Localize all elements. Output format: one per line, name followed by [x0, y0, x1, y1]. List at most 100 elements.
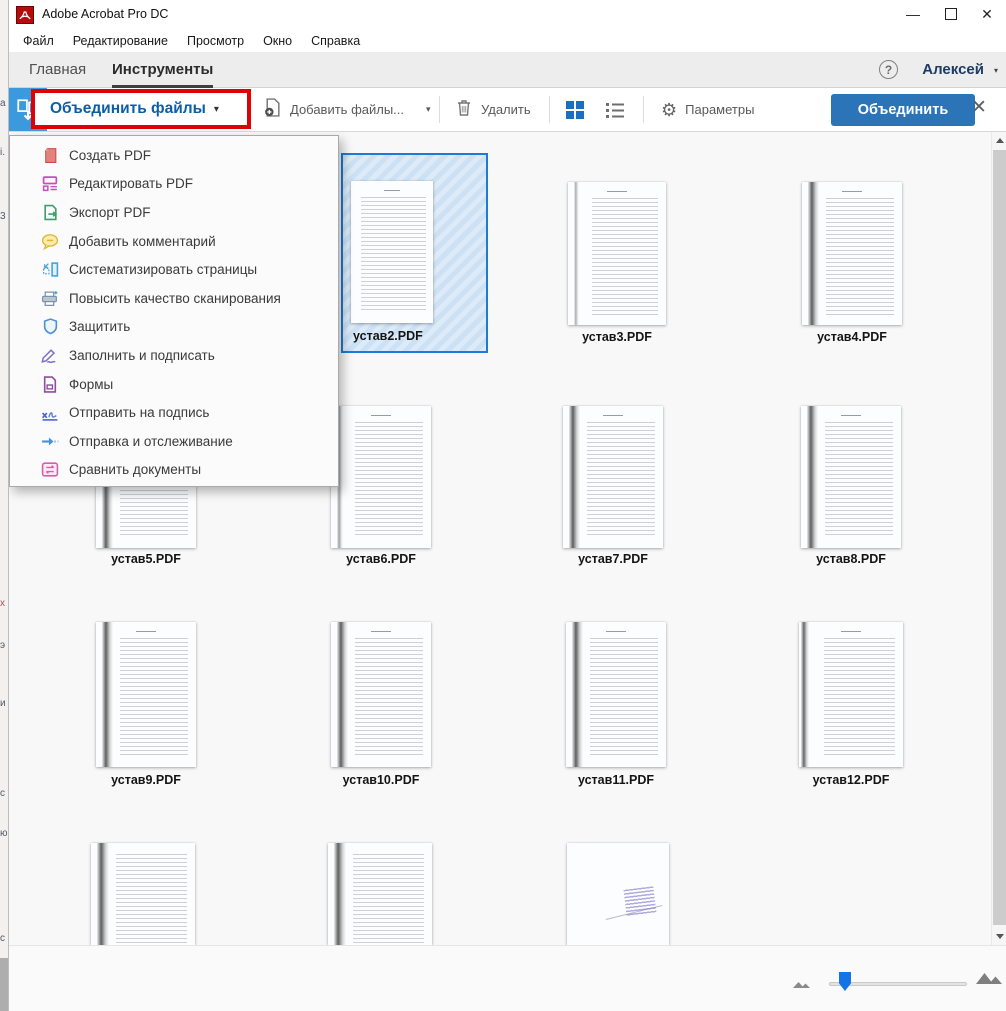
- menu-item-send-for-signature[interactable]: Отправить на подпись: [10, 398, 338, 427]
- window-title: Adobe Acrobat Pro DC: [42, 7, 169, 21]
- large-thumbnails-icon[interactable]: [975, 970, 1003, 990]
- annotation-red-box: Объединить файлы ▾: [31, 89, 251, 129]
- file-tile[interactable]: [799, 622, 903, 767]
- file-thumbnail: [331, 622, 431, 767]
- menu-item-export-pdf[interactable]: Экспорт PDF: [10, 198, 338, 227]
- combine-files-dropdown[interactable]: Объединить файлы: [35, 100, 206, 118]
- menu-item-forms[interactable]: Формы: [10, 370, 338, 399]
- screen: а і. 3 х э и с ю с Adobe Acrobat Pro DC …: [0, 0, 1006, 1011]
- file-tile[interactable]: [568, 182, 666, 325]
- file-thumbnail: [331, 406, 431, 548]
- toolbar-separator: [643, 96, 644, 123]
- menu-item-compare-docs[interactable]: Сравнить документы: [10, 456, 338, 485]
- sliver-text-fragment: ю: [0, 828, 8, 839]
- file-tile-partial[interactable]: [567, 843, 669, 945]
- enhance-scans-icon: [40, 289, 60, 307]
- file-tile-partial[interactable]: [91, 843, 195, 945]
- file-tile[interactable]: [331, 622, 431, 767]
- combine-toolbar: Объединить файлы ▾ Добавить файлы... ▾ У…: [9, 88, 1006, 132]
- sliver-text-fragment: и: [0, 698, 6, 709]
- file-tile-partial[interactable]: [328, 843, 432, 945]
- file-thumbnail: [799, 622, 903, 767]
- options-button[interactable]: ⚙ Параметры: [661, 88, 754, 131]
- user-menu[interactable]: Алексей: [922, 52, 984, 88]
- file-tile-selected[interactable]: устав2.PDF: [341, 153, 488, 353]
- menu-item-enhance-scans[interactable]: Повысить качество сканирования: [10, 284, 338, 313]
- menu-item-add-comment[interactable]: Добавить комментарий: [10, 227, 338, 256]
- menu-window[interactable]: Окно: [263, 34, 292, 48]
- minimize-button[interactable]: —: [896, 0, 930, 28]
- file-thumbnail: [566, 622, 666, 767]
- file-tile[interactable]: [802, 182, 902, 325]
- tab-home[interactable]: Главная: [29, 52, 86, 88]
- close-window-button[interactable]: ✕: [970, 0, 1004, 28]
- nav-tab-bar: Главная Инструменты ? Алексей ▾: [9, 52, 1006, 88]
- chevron-down-icon: ▾: [426, 104, 431, 114]
- vertical-scrollbar[interactable]: [991, 132, 1006, 945]
- maximize-icon: [945, 8, 957, 20]
- menu-edit[interactable]: Редактирование: [73, 34, 168, 48]
- scroll-down-arrow[interactable]: [992, 928, 1006, 945]
- file-thumbnail: [91, 843, 195, 945]
- menu-help[interactable]: Справка: [311, 34, 360, 48]
- file-label: устав9.PDF: [111, 773, 181, 787]
- title-bar: Adobe Acrobat Pro DC — ✕: [9, 0, 1006, 30]
- sliver-text-fragment: а: [0, 98, 6, 109]
- delete-label: Удалить: [481, 102, 531, 117]
- file-tile[interactable]: [801, 406, 901, 548]
- close-tool-icon[interactable]: ✕: [971, 96, 987, 119]
- organize-pages-icon: [40, 261, 60, 279]
- zoom-slider-handle[interactable]: [839, 972, 851, 991]
- add-file-icon: [263, 97, 282, 122]
- grid-view-icon[interactable]: [565, 100, 585, 120]
- file-tile[interactable]: [566, 622, 666, 767]
- file-label: устав4.PDF: [817, 330, 887, 344]
- menu-item-protect[interactable]: Защитить: [10, 313, 338, 342]
- toolbar-separator: [439, 96, 440, 123]
- menu-item-create-pdf[interactable]: Создать PDF: [10, 141, 338, 170]
- help-icon[interactable]: ?: [879, 60, 898, 79]
- scroll-up-arrow[interactable]: [992, 132, 1006, 149]
- file-tile[interactable]: [563, 406, 663, 548]
- file-label: устав7.PDF: [578, 552, 648, 566]
- menu-item-edit-pdf[interactable]: Редактировать PDF: [10, 170, 338, 199]
- fill-sign-pen-icon: [40, 346, 60, 364]
- create-pdf-icon: [40, 146, 60, 164]
- protect-shield-icon: [40, 318, 60, 336]
- delete-button[interactable]: Удалить: [455, 88, 531, 131]
- menu-view[interactable]: Просмотр: [187, 34, 244, 48]
- combine-button[interactable]: Объединить: [831, 94, 975, 126]
- chevron-down-icon: ▾: [993, 66, 998, 75]
- add-files-label: Добавить файлы...: [290, 102, 405, 117]
- file-tile[interactable]: [331, 406, 431, 548]
- sliver-text-fragment: 3: [0, 211, 6, 222]
- file-label: устав10.PDF: [342, 773, 420, 787]
- menu-item-organize-pages[interactable]: Систематизировать страницы: [10, 255, 338, 284]
- add-files-dropdown[interactable]: Добавить файлы... ▾: [263, 88, 431, 131]
- blue-stamp: [623, 886, 657, 917]
- forms-icon: [40, 375, 60, 393]
- tab-tools[interactable]: Инструменты: [112, 52, 214, 88]
- file-label: устав8.PDF: [816, 552, 886, 566]
- file-thumbnail: [802, 182, 902, 325]
- file-thumbnail: [801, 406, 901, 548]
- maximize-button[interactable]: [934, 0, 968, 28]
- sliver-text-fragment: э: [0, 640, 6, 651]
- sliver-text-fragment: с: [0, 933, 5, 944]
- gear-icon: ⚙: [661, 99, 678, 120]
- file-label: устав6.PDF: [346, 552, 416, 566]
- trash-icon: [455, 98, 473, 122]
- send-signature-icon: [40, 404, 60, 422]
- sliver-text-fragment: х: [0, 598, 5, 609]
- file-thumbnail: [351, 181, 433, 323]
- menu-file[interactable]: Файл: [23, 34, 54, 48]
- scrollbar-thumb[interactable]: [993, 150, 1006, 925]
- menu-item-send-track[interactable]: Отправка и отслеживание: [10, 427, 338, 456]
- list-view-icon[interactable]: [605, 100, 625, 120]
- file-label: устав2.PDF: [353, 329, 423, 343]
- menu-item-fill-sign[interactable]: Заполнить и подписать: [10, 341, 338, 370]
- file-tile[interactable]: [96, 622, 196, 767]
- file-thumbnail: [568, 182, 666, 325]
- small-thumbnails-icon[interactable]: [792, 976, 812, 994]
- options-label: Параметры: [685, 102, 755, 117]
